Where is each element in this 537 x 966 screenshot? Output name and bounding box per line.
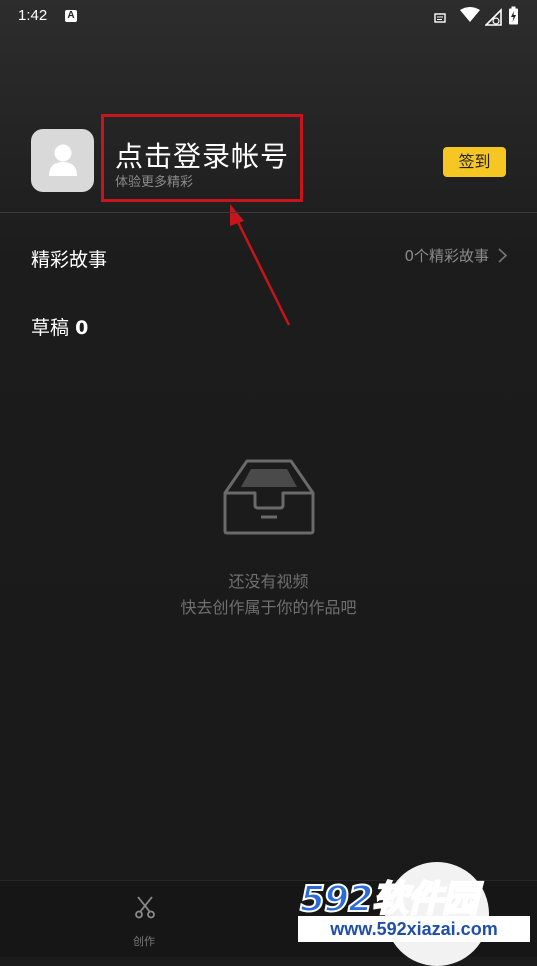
watermark-number: 592 <box>299 878 374 921</box>
stories-row[interactable]: 精彩故事 0个精彩故事 <box>0 230 537 284</box>
empty-line-1: 还没有视频 <box>228 572 309 591</box>
tab-create-label: 创作 <box>133 935 155 948</box>
drafts-label: 草稿 <box>31 317 70 339</box>
header-divider <box>0 212 537 213</box>
scissors-icon <box>135 896 155 919</box>
watermark-text: 软件园 <box>371 878 479 921</box>
stories-count: 0个精彩故事 <box>404 247 489 265</box>
watermark-url: www.592xiazai.com <box>298 916 530 942</box>
app-screen: 1:42 A 点击登录帐号 体验更多精彩 签到 精彩故事 0个精彩故事 草稿 0… <box>0 0 537 966</box>
inbox-tray-icon <box>223 459 315 535</box>
stories-label: 精彩故事 <box>31 249 108 271</box>
drafts-count: 0 <box>75 317 89 339</box>
watermark-logo: 592软件园 www.592xiazai.com <box>290 868 537 948</box>
chevron-right-icon <box>498 248 507 263</box>
drafts-header: 草稿 0 <box>31 313 88 340</box>
empty-line-2: 快去创作属于你的作品吧 <box>180 598 357 617</box>
annotation-arrow <box>230 204 291 326</box>
tab-create[interactable]: 创作 <box>114 893 174 953</box>
